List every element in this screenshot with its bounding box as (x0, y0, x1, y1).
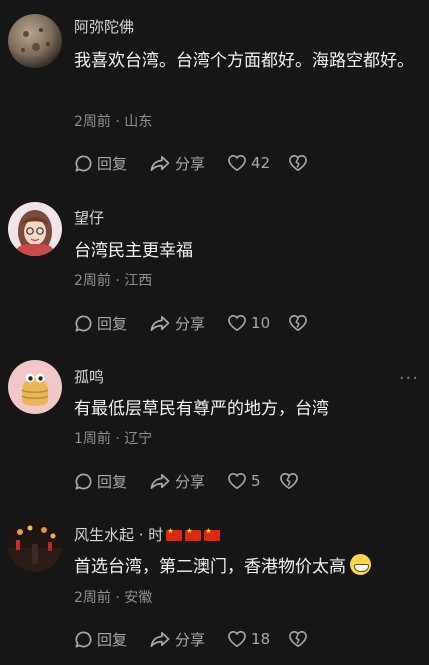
share-button[interactable]: 分享 (149, 629, 205, 650)
comment-text: 有最低层草民有尊严的地方，台湾 (74, 399, 329, 419)
comment-bubble-icon (75, 155, 92, 171)
reply-label: 回复 (97, 154, 128, 173)
share-arrow-icon (150, 155, 170, 171)
share-button[interactable]: 分享 (149, 153, 205, 174)
meta-separator: · (115, 431, 120, 447)
reply-label: 回复 (97, 630, 128, 649)
cn-flag-icon (166, 527, 183, 541)
dislike-button[interactable] (288, 314, 308, 332)
like-button[interactable]: 10 (227, 314, 270, 332)
comment-text: 台湾民主更幸福 (74, 241, 193, 261)
comment-meta: 2周前 · 山东 (74, 111, 152, 131)
comment-actions: 回复 分享 42 (74, 152, 330, 174)
like-button[interactable]: 18 (227, 630, 270, 648)
comment-time: 2周前 (74, 114, 111, 130)
comment-time: 2周前 (74, 590, 111, 606)
reply-label: 回复 (97, 314, 128, 333)
avatar[interactable] (8, 360, 62, 414)
comment-username[interactable]: 阿弥陀佛 (74, 16, 134, 37)
dislike-button[interactable] (279, 472, 299, 490)
heart-icon (228, 315, 246, 332)
avatar[interactable] (8, 14, 62, 68)
like-count: 18 (251, 630, 271, 648)
like-button[interactable]: 42 (227, 154, 270, 172)
meta-separator: · (115, 273, 120, 289)
dislike-button[interactable] (288, 630, 308, 648)
comment-bubble-icon (75, 631, 92, 647)
comment-username[interactable]: 望仔 (74, 207, 104, 228)
comment-actions: 回复 分享 10 (74, 312, 330, 334)
comment-location: 山东 (124, 114, 153, 130)
reply-button[interactable]: 回复 (74, 471, 127, 492)
cn-flag-icon (204, 527, 221, 541)
heart-icon (228, 155, 246, 172)
share-label: 分享 (175, 472, 206, 491)
comment-location: 江西 (124, 273, 153, 289)
like-button[interactable]: 5 (227, 472, 261, 490)
meta-separator: · (115, 590, 120, 606)
share-label: 分享 (175, 154, 206, 173)
comment-time: 2周前 (74, 273, 111, 289)
comment-bubble-icon (75, 315, 92, 331)
broken-heart-icon (279, 473, 298, 490)
like-count: 5 (251, 472, 261, 490)
share-arrow-icon (150, 473, 170, 489)
avatar[interactable] (8, 202, 62, 256)
comment-actions: 回复 分享 5 (74, 470, 321, 492)
share-arrow-icon (150, 315, 170, 331)
comment-meta: 1周前 · 辽宁 (74, 428, 152, 448)
reply-label: 回复 (97, 472, 128, 491)
share-arrow-icon (150, 631, 170, 647)
comment-meta: 2周前 · 江西 (74, 270, 152, 290)
reply-button[interactable]: 回复 (74, 313, 127, 334)
comment-username[interactable]: 风生水起 · 时 (74, 524, 221, 545)
avatar[interactable] (8, 518, 62, 572)
comment-actions: 回复 分享 18 (74, 628, 330, 650)
like-count: 42 (251, 154, 271, 172)
reply-button[interactable]: 回复 (74, 629, 127, 650)
more-options-button[interactable]: ··· (399, 368, 419, 389)
comment-time: 1周前 (74, 431, 111, 447)
comment-location: 安徽 (124, 590, 153, 606)
share-button[interactable]: 分享 (149, 313, 205, 334)
broken-heart-icon (289, 315, 308, 332)
heart-icon (228, 473, 246, 490)
share-label: 分享 (175, 630, 206, 649)
comment-meta: 2周前 · 安徽 (74, 587, 152, 607)
comment-bubble-icon (75, 473, 92, 489)
reply-button[interactable]: 回复 (74, 153, 127, 174)
share-label: 分享 (175, 314, 206, 333)
comment-text-body: 首选台湾，第二澳门，香港物价太高 (74, 557, 346, 577)
comment-text: 我喜欢台湾。台湾个方面都好。海路空都好。 (74, 51, 414, 71)
heart-icon (228, 631, 246, 648)
meta-separator: · (115, 114, 120, 130)
cn-flag-icon (185, 527, 202, 541)
comment-username[interactable]: 孤鸣 (74, 366, 104, 387)
share-button[interactable]: 分享 (149, 471, 205, 492)
like-count: 10 (251, 314, 271, 332)
grinning-face-icon (350, 554, 371, 575)
broken-heart-icon (289, 155, 308, 172)
comment-location: 辽宁 (124, 431, 153, 447)
dislike-button[interactable] (288, 154, 308, 172)
comment-text: 首选台湾，第二澳门，香港物价太高 (74, 552, 414, 582)
broken-heart-icon (289, 631, 308, 648)
username-text: 风生水起 · 时 (74, 526, 164, 544)
